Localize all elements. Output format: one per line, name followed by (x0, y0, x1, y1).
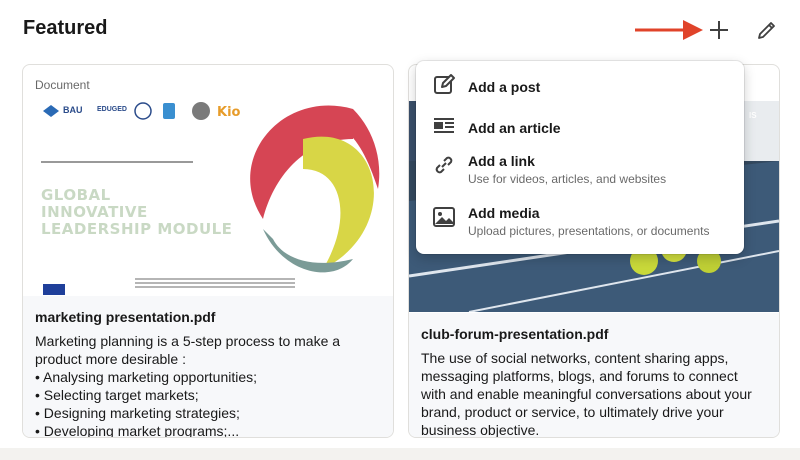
image-icon (433, 207, 455, 227)
doc-title-line-1: GLOBAL (41, 186, 111, 204)
menu-item-add-link[interactable]: Add a link Use for videos, articles, and… (416, 151, 744, 195)
plus-icon (710, 21, 728, 39)
desc-line: • Designing marketing strategies; (35, 405, 240, 421)
menu-item-label: Add a post (468, 79, 541, 95)
link-icon (435, 156, 453, 174)
desc-line: The use of social networks, content shar… (421, 350, 729, 366)
doc-title-line-3: LEADERSHIP MODULE (41, 220, 233, 238)
card-description: The use of social networks, content shar… (421, 349, 767, 438)
featured-section: Featured Document Kio BAU EDUGED GLOBAL … (0, 0, 800, 448)
disclaimer-text (135, 278, 295, 292)
logo-bau: BAU (63, 105, 83, 115)
desc-line: • Analysing marketing opportunities; (35, 369, 258, 385)
menu-item-subtitle: Upload pictures, presentations, or docum… (468, 224, 710, 238)
edit-featured-button[interactable] (751, 14, 783, 46)
desc-line: • Selecting target markets; (35, 387, 199, 403)
desc-line: Marketing planning is a 5-step process t… (35, 333, 341, 349)
compose-icon (434, 74, 455, 94)
add-featured-dropdown: Add a post Add an article Add a link Use… (416, 61, 744, 254)
menu-item-add-post[interactable]: Add a post (416, 71, 744, 115)
article-icon (434, 118, 454, 133)
desc-line: with and enable meaningful conversations… (421, 386, 752, 402)
desc-line: business objective. (421, 422, 540, 438)
menu-item-add-media[interactable]: Add media Upload pictures, presentations… (416, 203, 744, 247)
svg-text:Kio: Kio (217, 105, 241, 120)
featured-card-marketing[interactable]: Document Kio BAU EDUGED GLOBAL INNOVATIV… (22, 64, 394, 438)
desc-line: product more desirable : (35, 351, 186, 367)
arrow-annotation-icon (635, 20, 703, 40)
add-featured-button[interactable] (703, 14, 735, 46)
card-description: Marketing planning is a 5-step process t… (35, 332, 381, 438)
card-title: club-forum-presentation.pdf (421, 326, 609, 342)
pencil-icon (758, 22, 775, 39)
card-type-label: Document (35, 78, 90, 92)
doc-title-line-2: INNOVATIVE (41, 203, 148, 221)
card-title: marketing presentation.pdf (35, 309, 216, 325)
desc-line: messaging platforms, blogs, and forums t… (421, 368, 738, 384)
card-body: marketing presentation.pdf Marketing pla… (23, 296, 393, 437)
desc-line: brand, product or service, to ultimately… (421, 404, 724, 420)
card-body: club-forum-presentation.pdf The use of s… (409, 313, 779, 437)
menu-item-label: Add media (468, 205, 540, 221)
desc-line: • Developing market programs;... (35, 423, 240, 438)
menu-item-label: Add an article (468, 120, 561, 136)
menu-item-label: Add a link (468, 153, 535, 169)
section-title: Featured (23, 17, 108, 39)
menu-item-add-article[interactable]: Add an article (416, 112, 744, 156)
photo-overlay-text: IS (749, 111, 757, 120)
logo-eduged: EDUGED (97, 106, 127, 113)
document-thumbnail: Kio BAU EDUGED GLOBAL INNOVATIVE LEADERS… (23, 99, 393, 295)
menu-item-subtitle: Use for videos, articles, and websites (468, 172, 667, 186)
